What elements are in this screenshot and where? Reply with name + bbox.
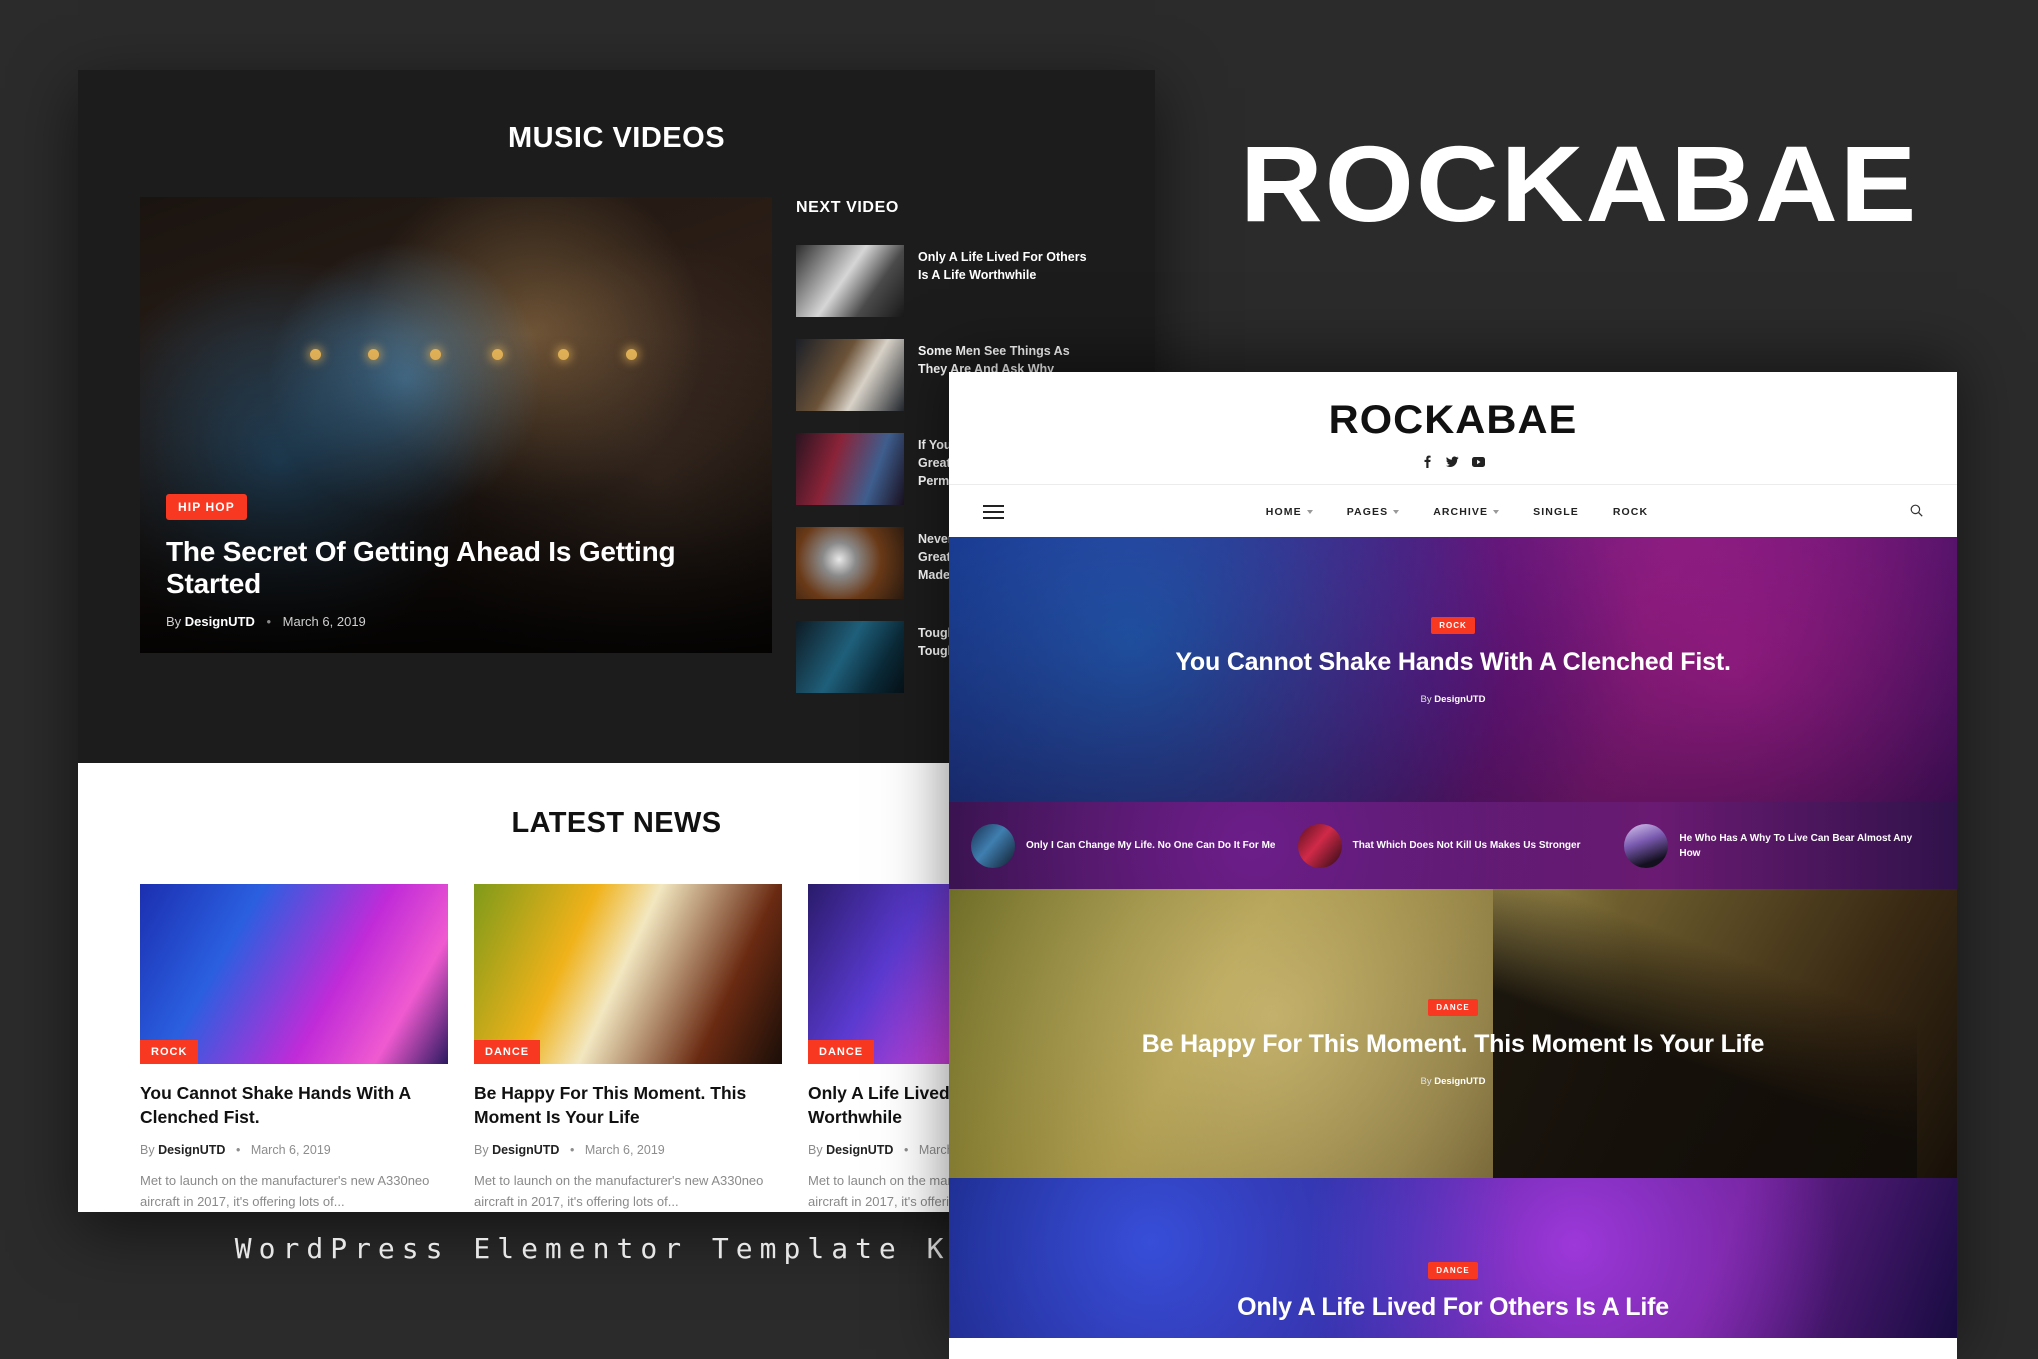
chevron-down-icon xyxy=(1393,510,1400,514)
publish-date: March 6, 2019 xyxy=(584,1143,665,1158)
by-prefix: By xyxy=(140,1143,155,1158)
chevron-down-icon xyxy=(1493,510,1500,514)
byline-separator: • xyxy=(903,1143,909,1158)
news-card-image[interactable]: ROCK xyxy=(140,884,448,1064)
music-videos-heading: MUSIC VIDEOS xyxy=(507,122,726,154)
news-card-byline: By DesignUTD • March 6, 2019 xyxy=(474,1143,782,1157)
featured-video-byline: By DesignUTD • March 6, 2019 xyxy=(166,614,746,629)
brand-wordmark: ROCKABAE xyxy=(1240,123,1919,244)
news-card-excerpt: Met to launch on the manufacturer's new … xyxy=(474,1173,764,1210)
playlist-thumbnail[interactable] xyxy=(796,433,904,505)
site-logo[interactable]: ROCKABAE xyxy=(949,398,1957,443)
site-header: ROCKABAE HOME PAGES ARCHIVE SINGLE ROCK xyxy=(949,372,1957,537)
category-badge[interactable]: HIP HOP xyxy=(166,494,247,520)
author-name[interactable]: DesignUTD xyxy=(1434,694,1485,705)
playlist-thumbnail[interactable] xyxy=(796,621,904,693)
by-prefix: By xyxy=(474,1143,489,1158)
by-prefix: By xyxy=(166,614,182,629)
website-preview-window: ROCKABAE HOME PAGES ARCHIVE SINGLE ROCK xyxy=(949,372,1957,1359)
by-prefix: By xyxy=(1420,693,1432,705)
news-card[interactable]: ROCK You Cannot Shake Hands With A Clenc… xyxy=(140,884,448,1212)
byline-separator: • xyxy=(266,614,272,629)
post-avatar xyxy=(1624,823,1669,868)
main-navigation: HOME PAGES ARCHIVE SINGLE ROCK xyxy=(949,484,1957,537)
nav-item-pages[interactable]: PAGES xyxy=(1346,506,1400,518)
category-badge[interactable]: DANCE xyxy=(474,1040,541,1064)
hero-byline: By DesignUTD xyxy=(949,694,1957,705)
feature-block-dance[interactable]: DANCE Be Happy For This Moment. This Mom… xyxy=(949,889,1957,1178)
post-avatar xyxy=(1297,823,1342,868)
featured-video-title[interactable]: The Secret Of Getting Ahead Is Getting S… xyxy=(166,536,746,600)
news-card-excerpt: Met to launch on the manufacturer's new … xyxy=(140,1173,430,1210)
publish-date: March 6, 2019 xyxy=(250,1143,331,1158)
nav-label: PAGES xyxy=(1346,506,1389,518)
author-name[interactable]: DesignUTD xyxy=(185,614,255,629)
hero-title[interactable]: You Cannot Shake Hands With A Clenched F… xyxy=(949,646,1957,680)
hero-content: ROCK You Cannot Shake Hands With A Clenc… xyxy=(949,615,1957,705)
author-name[interactable]: DesignUTD xyxy=(826,1143,893,1157)
nav-item-home[interactable]: HOME xyxy=(1266,506,1313,518)
chevron-down-icon xyxy=(1306,510,1313,514)
strip-item[interactable]: That Which Does Not Kill Us Makes Us Str… xyxy=(1290,823,1617,868)
social-links xyxy=(949,455,1957,468)
facebook-icon[interactable] xyxy=(1422,455,1433,468)
search-icon[interactable] xyxy=(1910,504,1923,520)
hamburger-menu-icon[interactable] xyxy=(983,501,1004,523)
author-name[interactable]: DesignUTD xyxy=(492,1143,559,1157)
feature-block-title[interactable]: Only A Life Lived For Others Is A Life xyxy=(949,1291,1957,1325)
strip-item-title[interactable]: Only I Can Change My Life. No One Can Do… xyxy=(1026,838,1275,853)
playlist-item-title[interactable]: Only A Life Lived For Others Is A Life W… xyxy=(918,245,1093,284)
nav-label: HOME xyxy=(1265,506,1302,518)
twitter-icon[interactable] xyxy=(1445,456,1459,468)
featured-video[interactable]: HIP HOP The Secret Of Getting Ahead Is G… xyxy=(140,197,772,653)
category-badge[interactable]: DANCE xyxy=(808,1040,875,1064)
strip-item[interactable]: Only I Can Change My Life. No One Can Do… xyxy=(963,823,1290,868)
strip-item-title[interactable]: That Which Does Not Kill Us Makes Us Str… xyxy=(1353,838,1581,853)
nav-label: ROCK xyxy=(1612,506,1649,518)
news-card-byline: By DesignUTD • March 6, 2019 xyxy=(140,1143,448,1157)
feature-block-byline: By DesignUTD xyxy=(949,1076,1957,1087)
next-video-heading: NEXT VIDEO xyxy=(796,199,899,216)
playlist-thumbnail[interactable] xyxy=(796,527,904,599)
by-prefix: By xyxy=(808,1143,823,1158)
feature-block-content: DANCE Be Happy For This Moment. This Mom… xyxy=(949,997,1957,1087)
byline-separator: • xyxy=(235,1143,241,1158)
nav-item-single[interactable]: SINGLE xyxy=(1533,506,1579,518)
nav-label: SINGLE xyxy=(1533,506,1579,518)
featured-video-meta: HIP HOP The Secret Of Getting Ahead Is G… xyxy=(166,494,746,629)
feature-block-content: DANCE Only A Life Lived For Others Is A … xyxy=(949,1260,1957,1325)
byline-separator: • xyxy=(569,1143,575,1158)
playlist-thumbnail[interactable] xyxy=(796,339,904,411)
nav-item-archive[interactable]: ARCHIVE xyxy=(1433,506,1500,518)
feature-block-dance-2[interactable]: DANCE Only A Life Lived For Others Is A … xyxy=(949,1178,1957,1338)
strip-item[interactable]: He Who Has A Why To Live Can Bear Almost… xyxy=(1616,823,1943,868)
featured-posts-strip: Only I Can Change My Life. No One Can Do… xyxy=(949,802,1957,889)
author-name[interactable]: DesignUTD xyxy=(158,1143,225,1157)
nav-label: ARCHIVE xyxy=(1433,506,1489,518)
strip-item-title[interactable]: He Who Has A Why To Live Can Bear Almost… xyxy=(1679,831,1935,861)
category-badge[interactable]: ROCK xyxy=(140,1040,199,1064)
publish-date: March 6, 2019 xyxy=(282,614,366,629)
playlist-item[interactable]: Only A Life Lived For Others Is A Life W… xyxy=(796,245,1093,317)
news-card[interactable]: DANCE Be Happy For This Moment. This Mom… xyxy=(474,884,782,1212)
author-name[interactable]: DesignUTD xyxy=(1434,1076,1485,1087)
post-avatar xyxy=(971,823,1015,868)
by-prefix: By xyxy=(1420,1075,1432,1087)
feature-block-title[interactable]: Be Happy For This Moment. This Moment Is… xyxy=(949,1028,1957,1062)
news-card-title[interactable]: You Cannot Shake Hands With A Clenched F… xyxy=(140,1082,448,1129)
youtube-icon[interactable] xyxy=(1471,456,1485,467)
news-card-image[interactable]: DANCE xyxy=(474,884,782,1064)
site-hero-slide[interactable]: ROCK You Cannot Shake Hands With A Clenc… xyxy=(949,537,1957,802)
category-badge[interactable]: ROCK xyxy=(1431,617,1475,634)
playlist-thumbnail[interactable] xyxy=(796,245,904,317)
category-badge[interactable]: DANCE xyxy=(1428,999,1478,1016)
news-card-title[interactable]: Be Happy For This Moment. This Moment Is… xyxy=(474,1082,782,1129)
nav-menu: HOME PAGES ARCHIVE SINGLE ROCK xyxy=(1004,506,1910,518)
nav-item-rock[interactable]: ROCK xyxy=(1613,506,1648,518)
category-badge[interactable]: DANCE xyxy=(1428,1262,1478,1279)
